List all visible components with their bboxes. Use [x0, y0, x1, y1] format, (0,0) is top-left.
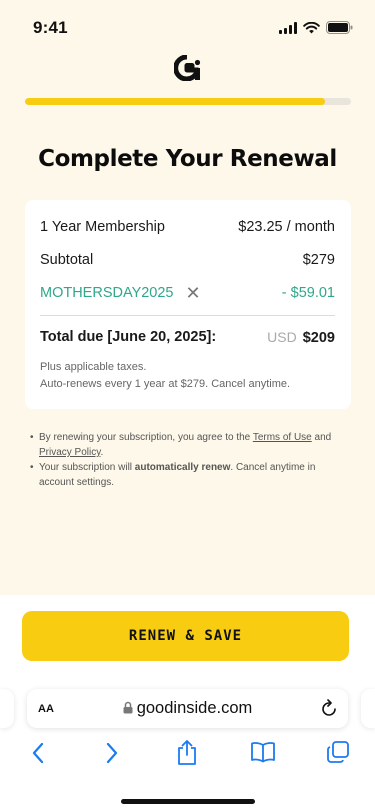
book-icon[interactable]	[250, 741, 276, 763]
tabs-icon[interactable]	[326, 740, 350, 764]
subtotal-value: $279	[302, 252, 335, 268]
remove-promo-close-icon[interactable]: ✕	[186, 284, 201, 302]
status-icons	[279, 21, 353, 34]
cellular-signal-icon	[279, 21, 297, 34]
home-indicator[interactable]	[121, 799, 255, 804]
status-time: 9:41	[33, 18, 68, 37]
page-title: Complete Your Renewal	[38, 146, 337, 172]
promo-code: MOTHERSDAY2025	[40, 285, 174, 301]
chevron-right-icon[interactable]	[105, 742, 119, 764]
total-label: Total due [June 20, 2025]:	[40, 329, 217, 345]
divider	[40, 315, 335, 316]
tax-note-line: Plus applicable taxes.	[40, 361, 147, 373]
battery-icon	[326, 21, 353, 34]
privacy-policy-link[interactable]: Privacy Policy	[39, 447, 101, 458]
lock-icon	[123, 701, 133, 714]
next-tab-peek[interactable]	[361, 689, 375, 728]
share-icon[interactable]	[176, 739, 198, 766]
subtotal-label: Subtotal	[40, 252, 94, 268]
url-text: goodinside.com	[136, 699, 253, 717]
membership-row: 1 Year Membership $23.25 / month	[40, 216, 335, 238]
chevron-left-icon[interactable]	[31, 742, 45, 764]
goodinside-logo-icon	[174, 55, 201, 81]
previous-tab-peek[interactable]	[0, 689, 14, 728]
terms-of-use-link[interactable]: Terms of Use	[253, 432, 312, 443]
terms-bullet: By renewing your subscription, you agree…	[30, 430, 350, 460]
wifi-icon	[303, 21, 320, 33]
legal-notes: By renewing your subscription, you agree…	[30, 430, 350, 490]
tax-note: Plus applicable taxes. Auto-renews every…	[40, 359, 341, 393]
address-bar[interactable]: AA goodinside.com	[27, 689, 348, 728]
progress-bar	[25, 98, 351, 105]
renew-and-save-button[interactable]: RENEW & SAVE	[22, 611, 349, 661]
promo-discount: - $59.01	[281, 285, 335, 301]
total-row: Total due [June 20, 2025]: USD $209	[40, 326, 335, 348]
url-display[interactable]: goodinside.com	[27, 699, 348, 718]
status-bar: 9:41	[0, 0, 375, 50]
order-summary-card: 1 Year Membership $23.25 / month Subtota…	[25, 200, 351, 409]
membership-price: $23.25 / month	[238, 219, 335, 235]
promo-row: MOTHERSDAY2025 ✕ - $59.01	[40, 282, 335, 304]
subtotal-row: Subtotal $279	[40, 249, 335, 271]
auto-renew-note: Auto-renews every 1 year at $279. Cancel…	[40, 378, 291, 390]
reload-icon[interactable]	[320, 699, 338, 718]
browser-toolbar	[0, 736, 375, 772]
membership-label: 1 Year Membership	[40, 219, 165, 235]
total-currency: USD	[267, 328, 297, 345]
auto-renew-bullet: Your subscription will automatically ren…	[30, 460, 350, 490]
total-amount: $209	[302, 329, 335, 346]
progress-fill	[25, 98, 325, 105]
